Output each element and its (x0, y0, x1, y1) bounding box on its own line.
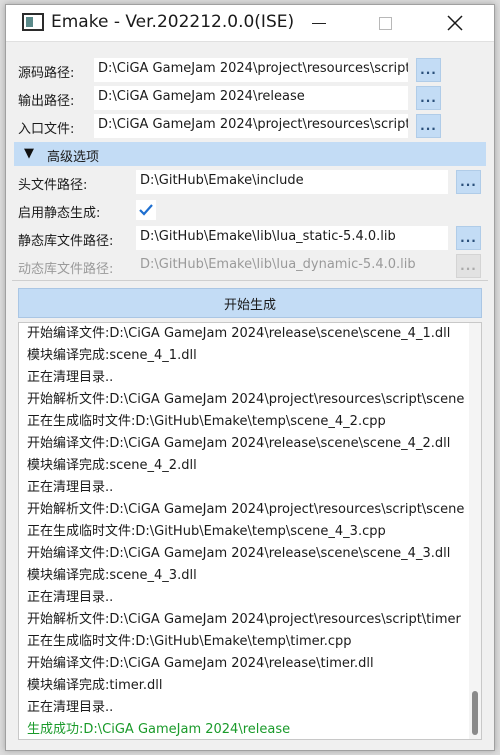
include-path-label: 头文件路径: (18, 178, 88, 193)
checkmark-icon (139, 204, 153, 216)
log-line: 正在生成临时文件:D:\GitHub\Emake\temp\scene_4_3.… (27, 524, 386, 539)
window-title: Emake - Ver.202212.0.0(ISE) (51, 12, 295, 32)
advanced-options-label: 高级选项 (47, 150, 100, 165)
log-line: 模块编译完成:scene_4_3.dll (27, 568, 197, 583)
static-gen-label: 启用静态生成: (18, 206, 101, 221)
log-line: 开始编译文件:D:\CiGA GameJam 2024\release\scen… (27, 326, 451, 341)
output-path-input[interactable]: D:\CiGA GameJam 2024\release (94, 86, 408, 110)
title-bar[interactable]: Emake - Ver.202212.0.0(ISE) (6, 5, 494, 41)
log-line: 模块编译完成:scene_4_1.dll (27, 348, 197, 363)
maximize-icon (378, 16, 392, 30)
dynamic-lib-label: 动态库文件路径: (18, 262, 114, 277)
minimize-button[interactable] (296, 5, 342, 41)
log-output[interactable]: 开始编译文件:D:\CiGA GameJam 2024\release\scen… (18, 322, 482, 740)
close-button[interactable] (432, 5, 478, 41)
log-line: 正在生成临时文件:D:\GitHub\Emake\temp\scene_4_2.… (27, 414, 386, 429)
log-line: 正在清理目录.. (27, 590, 114, 605)
log-scrollbar[interactable] (469, 323, 481, 739)
log-line: 正在清理目录.. (27, 370, 114, 385)
scrollbar-thumb[interactable] (472, 691, 478, 735)
static-lib-input[interactable]: D:\GitHub\Emake\lib\lua_static-5.4.0.lib (136, 226, 448, 250)
collapse-arrow-icon: ▼ (24, 146, 34, 161)
include-path-browse-button[interactable]: ... (456, 170, 481, 194)
close-icon (447, 15, 463, 31)
divider (12, 280, 488, 281)
start-generate-button[interactable]: 开始生成 (18, 288, 482, 318)
dynamic-lib-browse-button: ... (456, 254, 481, 278)
output-path-label: 输出路径: (18, 94, 75, 109)
log-line: 模块编译完成:scene_4_2.dll (27, 458, 197, 473)
log-line: 开始解析文件:D:\CiGA GameJam 2024\project\reso… (27, 392, 465, 407)
log-line: 开始编译文件:D:\CiGA GameJam 2024\release\scen… (27, 546, 451, 561)
source-path-label: 源码路径: (18, 66, 75, 81)
advanced-options-toggle[interactable]: ▼ 高级选项 (14, 142, 486, 166)
log-line: 开始解析文件:D:\CiGA GameJam 2024\project\reso… (27, 502, 465, 517)
source-path-browse-button[interactable]: ... (416, 58, 441, 82)
log-line: 开始编译文件:D:\CiGA GameJam 2024\release\scen… (27, 436, 451, 451)
minimize-icon (312, 22, 326, 24)
log-line: 开始解析文件:D:\CiGA GameJam 2024\project\reso… (27, 612, 461, 627)
log-line: 正在清理目录.. (27, 480, 114, 495)
log-line: 模块编译完成:timer.dll (27, 678, 163, 693)
app-window: Emake - Ver.202212.0.0(ISE) 源码路径: D:\CiG… (5, 4, 495, 751)
app-window-icon (22, 13, 44, 31)
static-lib-label: 静态库文件路径: (18, 234, 114, 249)
dynamic-lib-input: D:\GitHub\Emake\lib\lua_dynamic-5.4.0.li… (136, 254, 448, 278)
include-path-input[interactable]: D:\GitHub\Emake\include (136, 170, 448, 194)
static-gen-checkbox[interactable] (136, 200, 156, 220)
entry-file-label: 入口文件: (18, 122, 75, 137)
entry-file-input[interactable]: D:\CiGA GameJam 2024\project\resources\s… (94, 114, 408, 138)
output-path-browse-button[interactable]: ... (416, 86, 441, 110)
log-line-success: 生成成功:D:\CiGA GameJam 2024\release (27, 722, 291, 737)
static-lib-browse-button[interactable]: ... (456, 226, 481, 250)
entry-file-browse-button[interactable]: ... (416, 114, 441, 138)
maximize-button[interactable] (362, 5, 408, 41)
log-line: 正在清理目录.. (27, 700, 114, 715)
source-path-input[interactable]: D:\CiGA GameJam 2024\project\resources\s… (94, 58, 408, 82)
log-line: 正在生成临时文件:D:\GitHub\Emake\temp\timer.cpp (27, 634, 352, 649)
main-panel: 源码路径: D:\CiGA GameJam 2024\project\resou… (6, 41, 494, 750)
log-line: 开始编译文件:D:\CiGA GameJam 2024\release\time… (27, 656, 374, 671)
